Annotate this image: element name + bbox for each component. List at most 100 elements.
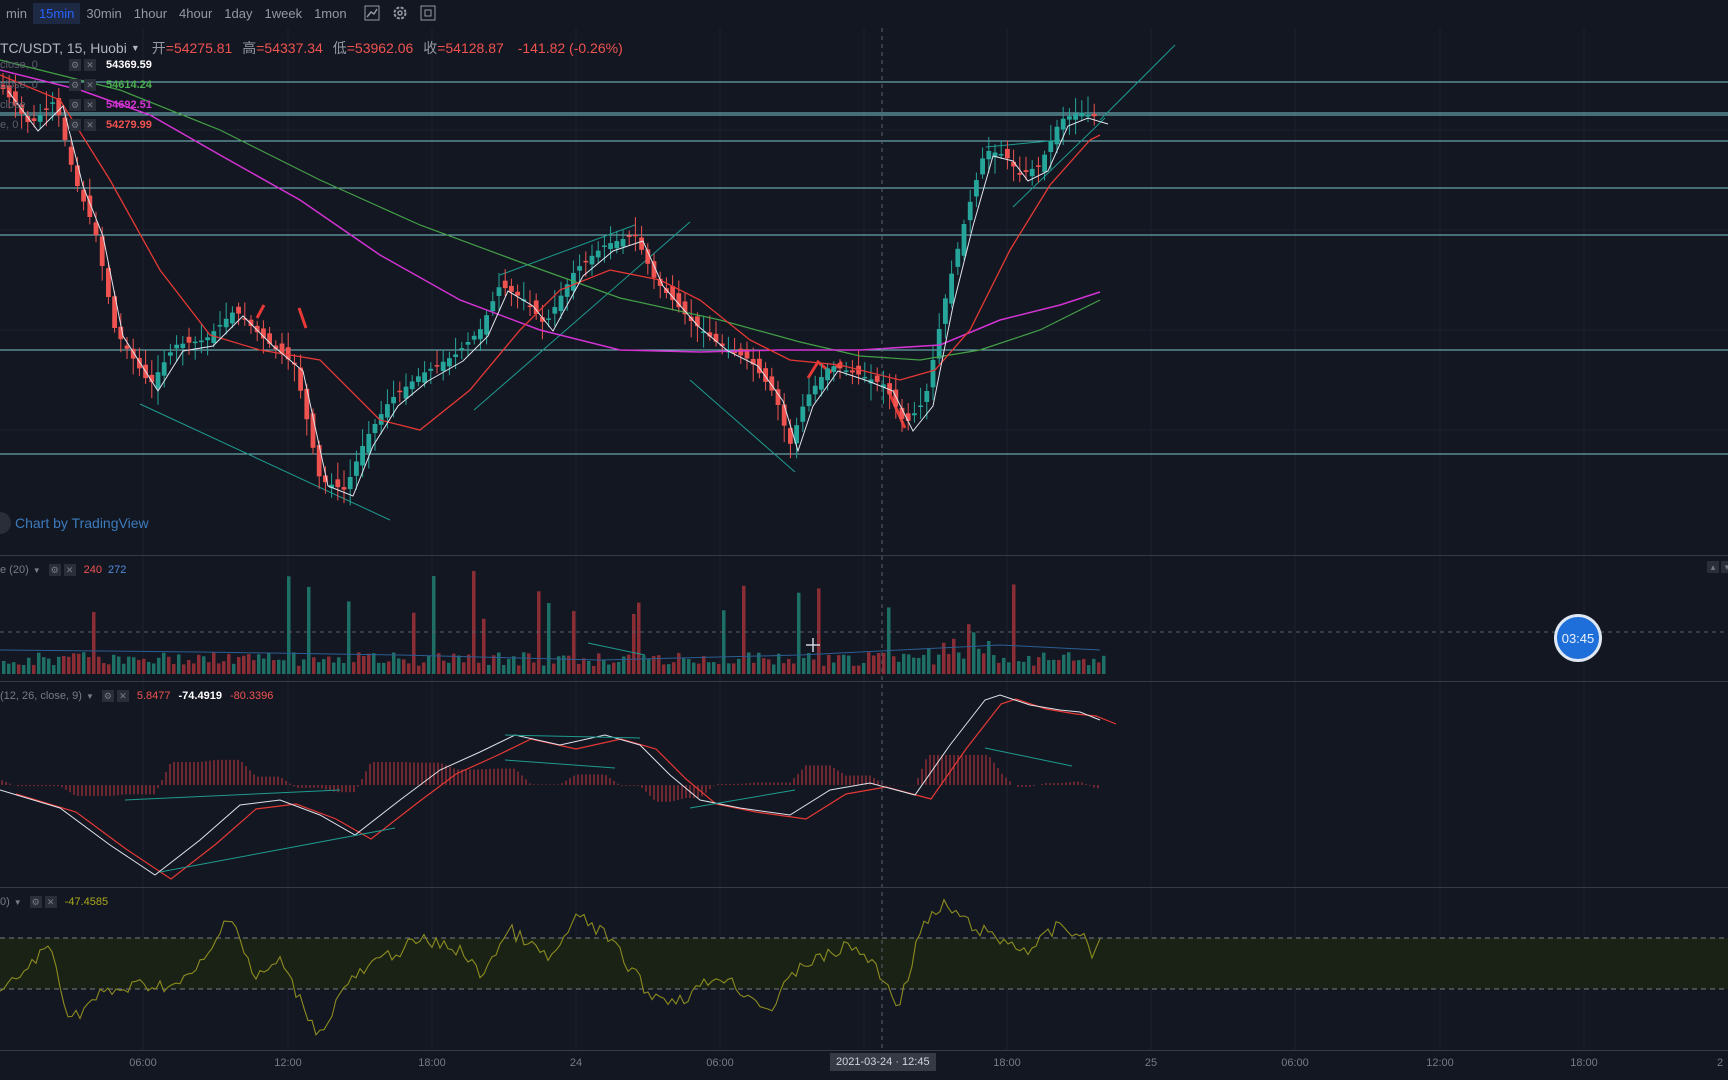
volume-bar [897, 661, 901, 674]
volume-bar [817, 588, 821, 674]
candle-body [391, 397, 396, 404]
candle-body [502, 280, 508, 289]
pane-up-icon[interactable]: ▴ [1707, 561, 1719, 573]
volume-bar [372, 653, 376, 674]
close-icon[interactable]: ✕ [84, 119, 96, 131]
ma-name[interactable]: close, 0 [0, 79, 66, 91]
price-chart-canvas[interactable] [0, 0, 1728, 1080]
ma-name[interactable]: close, 0 [0, 59, 66, 71]
volume-bar [867, 652, 871, 674]
volume-bar [832, 662, 836, 674]
chevron-down-icon[interactable]: ▼ [33, 566, 41, 575]
volume-bar [972, 632, 976, 674]
candle-body [385, 404, 390, 418]
volume-bar [112, 654, 116, 674]
volume-bar [482, 618, 486, 674]
volume-bar [137, 659, 141, 674]
volume-bar [707, 662, 711, 674]
chevron-down-icon[interactable]: ▼ [131, 43, 140, 53]
close-icon[interactable]: ✕ [44, 896, 57, 908]
volume-bar [632, 613, 636, 674]
close-icon[interactable]: ✕ [84, 59, 96, 71]
volume-bar [177, 654, 181, 674]
volume-bar [907, 654, 911, 674]
volume-bar [1042, 652, 1046, 674]
volume-bar [242, 655, 246, 674]
volume-bar [172, 663, 176, 674]
settings-icon[interactable]: ⚙ [69, 79, 81, 91]
candle-body [354, 461, 359, 476]
trend-line [984, 747, 1073, 767]
settings-icon[interactable]: ⚙ [69, 119, 81, 131]
candle-body [490, 301, 496, 312]
settings-icon[interactable]: ⚙ [29, 896, 42, 908]
pane-divider-oscillator[interactable] [0, 887, 1728, 888]
volume-bar [687, 658, 691, 674]
symbol-title[interactable]: TC/USDT, 15, Huobi [0, 40, 127, 56]
candle-body [850, 370, 855, 373]
close-icon[interactable]: ✕ [63, 564, 76, 576]
volume-bar [692, 662, 696, 674]
tradingview-watermark[interactable]: Chart by TradingView [0, 512, 149, 534]
candle-body [924, 391, 930, 402]
candle-body [1005, 148, 1010, 159]
ma-name[interactable]: e, 0 [0, 119, 66, 131]
countdown-timer-badge[interactable]: 03:45 [1554, 614, 1602, 662]
candle-body [366, 433, 372, 453]
settings-icon[interactable]: ⚙ [48, 564, 61, 576]
candle-body [961, 224, 967, 256]
volume-bar [797, 592, 801, 674]
volume-bar [367, 653, 371, 674]
volume-bar [712, 662, 716, 674]
ma-value: 54692.51 [106, 99, 152, 111]
pane-down-icon[interactable]: ▾ [1721, 561, 1728, 573]
volume-bar [787, 659, 791, 674]
candle-body [509, 285, 514, 292]
volume-bar [647, 658, 651, 674]
volume-bar [272, 660, 276, 674]
chevron-down-icon[interactable]: ▼ [14, 898, 22, 907]
volume-bar [237, 657, 241, 674]
ma-name[interactable]: close [0, 99, 66, 111]
candle-body [936, 329, 942, 359]
chevron-down-icon[interactable]: ▼ [86, 692, 94, 701]
volume-bar [337, 657, 341, 674]
price-change: -141.82 (-0.26%) [517, 40, 623, 56]
volume-bar [892, 656, 896, 674]
close-icon[interactable]: ✕ [84, 99, 96, 111]
volume-bar [157, 657, 161, 674]
pane-divider-volume[interactable] [0, 555, 1728, 556]
candle-body [230, 312, 235, 324]
volume-bar [857, 665, 861, 674]
candle-body [558, 295, 564, 312]
ma-green-line [0, 59, 1101, 361]
candle-body [174, 344, 179, 349]
pane-divider-macd[interactable] [0, 681, 1728, 682]
close-icon[interactable]: ✕ [116, 690, 129, 702]
oscillator-legend: 0) ▼ ⚙ ✕ -47.4585 [0, 896, 109, 908]
macd-indicator [0, 694, 1117, 880]
volume-bar [777, 653, 781, 674]
candle-body [639, 237, 644, 250]
settings-icon[interactable]: ⚙ [69, 99, 81, 111]
candle-body [1054, 126, 1060, 145]
candle-body [1085, 114, 1091, 117]
volume-bar [542, 665, 546, 674]
settings-icon[interactable]: ⚙ [69, 59, 81, 71]
volume-bar [2, 660, 6, 674]
volume-bar [827, 654, 831, 674]
volume-bar [977, 648, 981, 674]
volume-bar [922, 654, 926, 674]
volume-bar [97, 656, 101, 674]
close-icon[interactable]: ✕ [84, 79, 96, 91]
volume-bar [642, 655, 646, 674]
volume-bar [577, 663, 581, 674]
volume-bar [822, 665, 826, 674]
settings-icon[interactable]: ⚙ [101, 690, 114, 702]
volume-bar [212, 652, 216, 674]
volume-bar [912, 657, 916, 674]
time-axis-label: 18:00 [1570, 1057, 1598, 1069]
volume-bar [107, 664, 111, 674]
time-axis-label: 2 [1716, 1057, 1724, 1069]
ma-legend-row: close, 0 ⚙ ✕ 54614.24 [0, 79, 152, 91]
